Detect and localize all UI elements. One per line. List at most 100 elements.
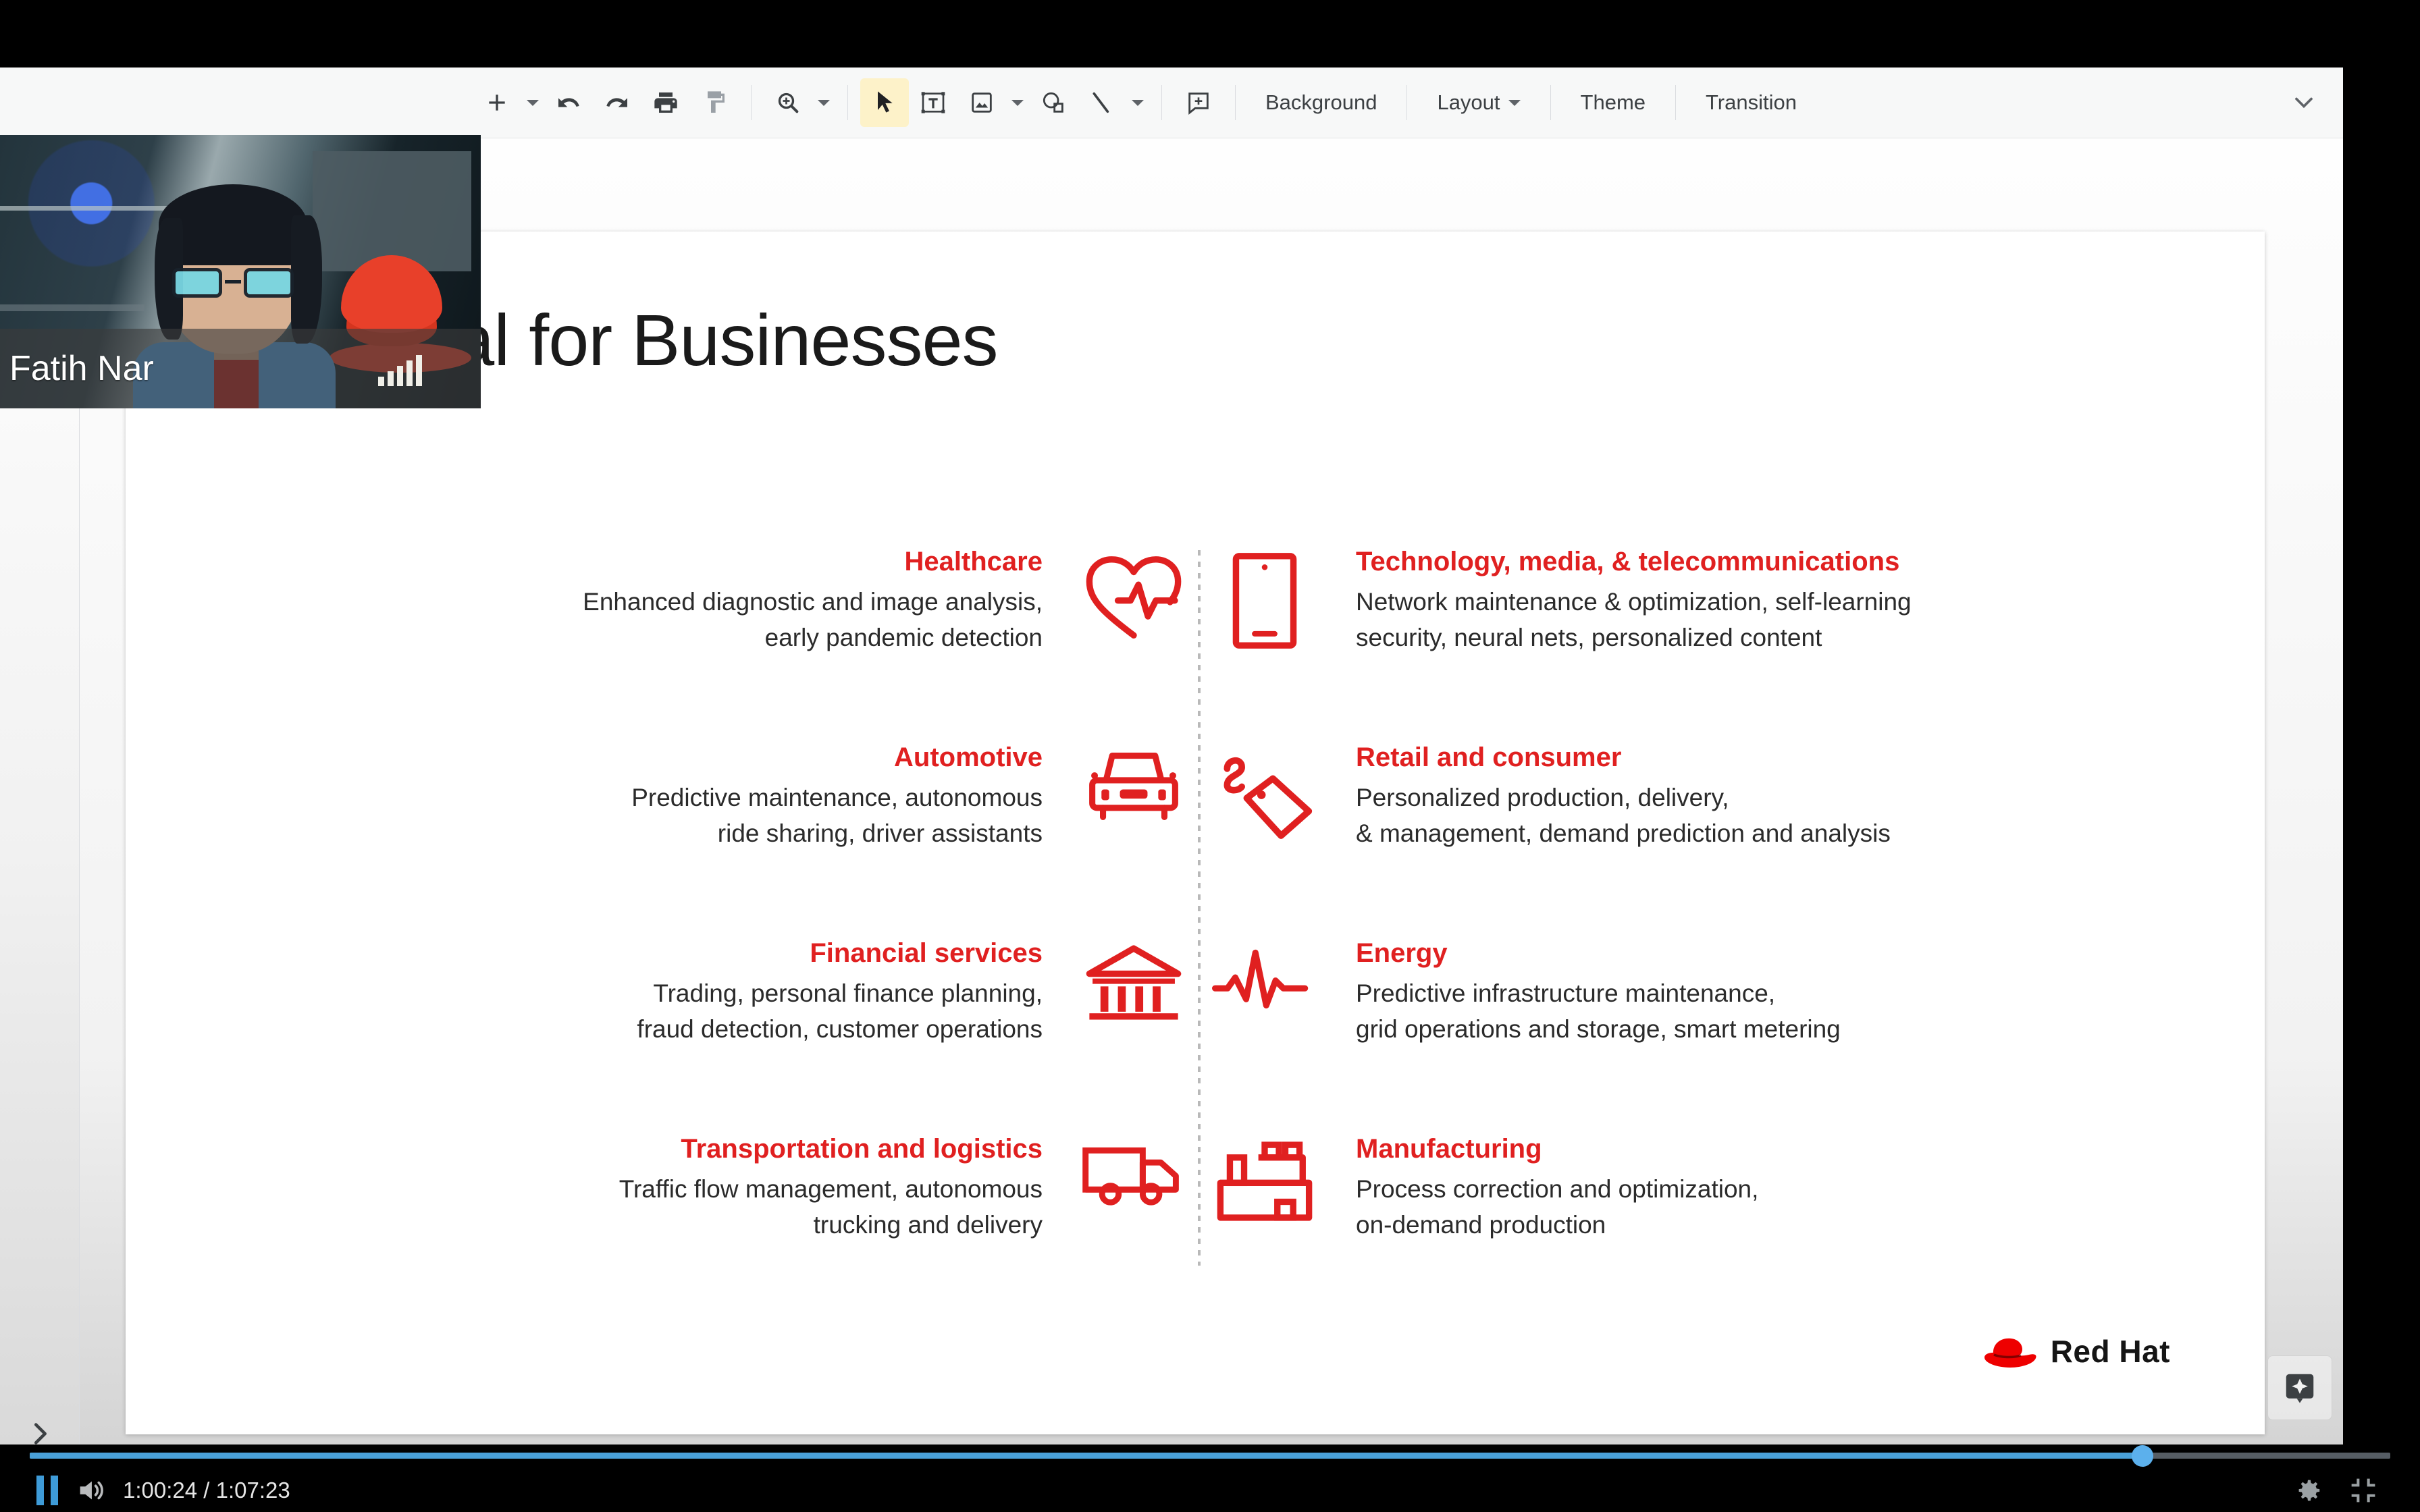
letterbox-top	[0, 0, 2420, 68]
industry-desc-line2: fraud detection, customer operations	[637, 1015, 1043, 1043]
redo-icon[interactable]	[593, 78, 641, 127]
webcam-overlay[interactable]: Fatih Nar	[0, 135, 481, 408]
bank-icon	[1070, 934, 1198, 1062]
waveform-icon	[1201, 934, 1329, 1062]
toolbar-divider-5	[1406, 85, 1408, 120]
industry-text: Technology, media, & telecommunications …	[1329, 542, 1912, 655]
screen-recording-root: Background Layout Theme Transition ...te…	[0, 0, 2420, 1512]
explore-diamond-icon	[2286, 1374, 2314, 1403]
pause-icon[interactable]	[26, 1469, 69, 1512]
toolbar-group-slide	[473, 68, 544, 138]
industry-desc-line2: early pandemic detection	[764, 623, 1043, 651]
toolbar-left-spacer	[0, 68, 473, 138]
industry-desc-line2: & management, demand prediction and anal…	[1356, 819, 1891, 847]
industry-title: Financial services	[810, 938, 1043, 968]
progress-bar-track[interactable]	[30, 1445, 2390, 1467]
industry-desc-line2: security, neural nets, personalized cont…	[1356, 623, 1822, 651]
participant-headset-right	[290, 215, 322, 344]
line-icon[interactable]	[1078, 78, 1126, 127]
toolbar-divider-3	[1161, 85, 1162, 120]
webcam-desk	[0, 304, 144, 312]
transition-button[interactable]: Transition	[1688, 78, 1814, 127]
print-icon[interactable]	[641, 78, 690, 127]
progress-bar-fill	[30, 1453, 2142, 1459]
add-slide-dropdown-caret[interactable]	[521, 78, 544, 127]
industries-grid: Healthcare Enhanced diagnostic and image…	[267, 542, 2131, 1271]
industry-row-transportation-and-logistics[interactable]: Transportation and logistics Traffic flo…	[267, 1129, 1198, 1325]
industry-desc-line1: Process correction and optimization,	[1356, 1175, 1759, 1204]
truck-icon	[1070, 1129, 1198, 1258]
gear-icon[interactable]	[2286, 1469, 2330, 1512]
layout-button[interactable]: Layout	[1419, 78, 1537, 127]
industry-desc-line2: trucking and delivery	[813, 1210, 1043, 1239]
industry-desc-line1: Personalized production, delivery,	[1356, 784, 1729, 812]
paint-format-icon[interactable]	[690, 78, 739, 127]
insert-image-dropdown-caret[interactable]	[1006, 78, 1029, 127]
progress-bar-handle[interactable]	[2131, 1445, 2153, 1467]
industry-row-technology-media-telecommunications[interactable]: Technology, media, & telecommunications …	[1201, 542, 2131, 738]
price-tag-icon	[1201, 738, 1329, 866]
toolbar-divider-7	[1675, 85, 1677, 120]
industry-text: Automotive Predictive maintenance, auton…	[631, 738, 1070, 851]
industry-desc-line1: Network maintenance & optimization, self…	[1356, 588, 1912, 616]
volume-on-icon[interactable]	[69, 1469, 112, 1512]
participant-name-bar: Fatih Nar	[0, 329, 481, 408]
video-viewport[interactable]: Background Layout Theme Transition ...te…	[0, 68, 2343, 1444]
industry-desc-line1: Trading, personal finance planning,	[653, 979, 1043, 1008]
industry-desc-line1: Predictive maintenance, autonomous	[631, 784, 1043, 812]
industry-title: Energy	[1356, 938, 1448, 968]
undo-icon[interactable]	[544, 78, 593, 127]
industry-title: Technology, media, & telecommunications	[1356, 547, 1900, 576]
industry-desc-line2: on-demand production	[1356, 1210, 1606, 1239]
industry-row-retail-and-consumer[interactable]: Retail and consumer Personalized product…	[1201, 738, 2131, 934]
industry-desc-line1: Traffic flow management, autonomous	[619, 1175, 1043, 1204]
industry-row-healthcare[interactable]: Healthcare Enhanced diagnostic and image…	[267, 542, 1198, 738]
collapse-toolbar-chevron-down-icon[interactable]	[2284, 82, 2324, 123]
line-dropdown-caret[interactable]	[1126, 78, 1149, 127]
zoom-icon[interactable]	[764, 78, 812, 127]
industries-right-column: Technology, media, & telecommunications …	[1201, 542, 2131, 1325]
playback-time: 1:00:24 / 1:07:23	[123, 1478, 290, 1503]
industry-title: Manufacturing	[1356, 1134, 1542, 1164]
toolbar-divider-4	[1235, 85, 1236, 120]
industry-title: Retail and consumer	[1356, 742, 1622, 772]
industry-row-manufacturing[interactable]: Manufacturing Process correction and opt…	[1201, 1129, 2131, 1325]
industries-left-column: Healthcare Enhanced diagnostic and image…	[267, 542, 1198, 1325]
webcam-monitor	[312, 151, 471, 272]
factory-icon	[1201, 1129, 1329, 1258]
participant-name: Fatih Nar	[9, 349, 154, 388]
toolbar-group-edit	[544, 68, 739, 138]
layout-dropdown-caret	[1508, 99, 1521, 106]
background-button[interactable]: Background	[1248, 78, 1394, 127]
letterbox-right	[2343, 0, 2420, 1444]
slides-toolbar: Background Layout Theme Transition	[0, 68, 2343, 138]
industry-title: Automotive	[894, 742, 1043, 772]
industry-title: Transportation and logistics	[681, 1134, 1043, 1164]
signal-strength-icon	[378, 351, 422, 386]
industry-text: Manufacturing Process correction and opt…	[1329, 1129, 1758, 1243]
industry-row-financial-services[interactable]: Financial services Trading, personal fin…	[267, 934, 1198, 1129]
shape-icon[interactable]	[1029, 78, 1078, 127]
industry-text: Healthcare Enhanced diagnostic and image…	[583, 542, 1070, 655]
industry-desc-line2: grid operations and storage, smart meter…	[1356, 1015, 1841, 1043]
toolbar-group-insert	[860, 68, 1149, 138]
industry-desc-line2: ride sharing, driver assistants	[717, 819, 1043, 847]
select-cursor-icon[interactable]	[860, 78, 909, 127]
exit-fullscreen-icon[interactable]	[2342, 1469, 2385, 1512]
zoom-dropdown-caret[interactable]	[812, 78, 835, 127]
text-box-icon[interactable]	[909, 78, 957, 127]
expand-filmstrip-chevron-right-icon[interactable]	[12, 1406, 68, 1444]
explore-button[interactable]	[2267, 1355, 2332, 1420]
industry-row-automotive[interactable]: Automotive Predictive maintenance, auton…	[267, 738, 1198, 934]
glasses-bridge	[224, 280, 241, 284]
theme-button[interactable]: Theme	[1563, 78, 1663, 127]
insert-image-icon[interactable]	[957, 78, 1006, 127]
industry-row-energy[interactable]: Energy Predictive infrastructure mainten…	[1201, 934, 2131, 1129]
industry-desc-line1: Predictive infrastructure maintenance,	[1356, 979, 1776, 1008]
red-hat-fedora-icon	[1984, 1338, 2036, 1368]
slide-surface[interactable]: ...tential for Businesses Healthcare Enh…	[126, 232, 2265, 1434]
add-slide-icon[interactable]	[473, 78, 521, 127]
glasses-lens-left	[172, 268, 222, 298]
toolbar-divider-2	[847, 85, 848, 120]
comment-icon[interactable]	[1174, 78, 1223, 127]
